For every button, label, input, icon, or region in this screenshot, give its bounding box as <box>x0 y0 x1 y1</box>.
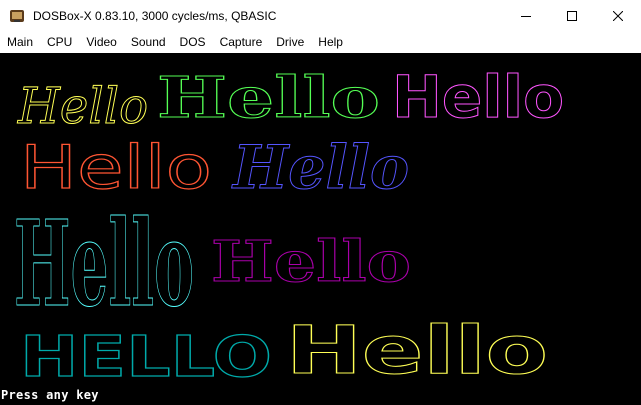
menu-dos[interactable]: DOS <box>173 32 213 53</box>
menu-video[interactable]: Video <box>79 32 123 53</box>
dosbox-window: DOSBox-X 0.83.10, 3000 cycles/ms, QBASIC <box>0 0 641 405</box>
menu-sound[interactable]: Sound <box>124 32 173 53</box>
dos-screen[interactable]: Hello Hello Hello Hello Hello Hello Hell… <box>0 53 641 405</box>
title-bar[interactable]: DOSBox-X 0.83.10, 3000 cycles/ms, QBASIC <box>0 0 641 32</box>
maximize-icon <box>567 11 577 21</box>
menu-main[interactable]: Main <box>0 32 40 53</box>
hello-green-blackletter: Hello <box>157 65 380 131</box>
hello-yellow-blackletter: Hello <box>17 77 148 135</box>
minimize-button[interactable] <box>503 0 549 32</box>
dosbox-icon[interactable] <box>9 8 25 24</box>
window-title: DOSBox-X 0.83.10, 3000 cycles/ms, QBASIC <box>33 9 277 23</box>
menu-capture[interactable]: Capture <box>213 32 270 53</box>
hello-teal-block: HELLO <box>20 325 272 390</box>
hello-magenta-sans: Hello <box>392 63 564 131</box>
menu-help[interactable]: Help <box>311 32 350 53</box>
hello-purple-blackletter: Hello <box>211 229 411 295</box>
press-any-key-prompt: Press any key <box>1 388 99 402</box>
hello-yellow-heavy: Hello <box>286 312 548 389</box>
hello-blue-script: Hello <box>231 133 409 203</box>
minimize-icon <box>521 16 531 17</box>
window-controls <box>503 0 641 32</box>
maximize-button[interactable] <box>549 0 595 32</box>
vector-text-canvas: Hello Hello Hello Hello Hello Hello Hell… <box>14 63 565 391</box>
hello-red-sans: Hello <box>20 133 212 203</box>
close-icon <box>613 11 623 21</box>
hello-cyan-tall: Hello <box>14 194 194 333</box>
menu-cpu[interactable]: CPU <box>40 32 79 53</box>
close-button[interactable] <box>595 0 641 32</box>
menu-bar: Main CPU Video Sound DOS Capture Drive H… <box>0 32 641 54</box>
menu-drive[interactable]: Drive <box>269 32 311 53</box>
